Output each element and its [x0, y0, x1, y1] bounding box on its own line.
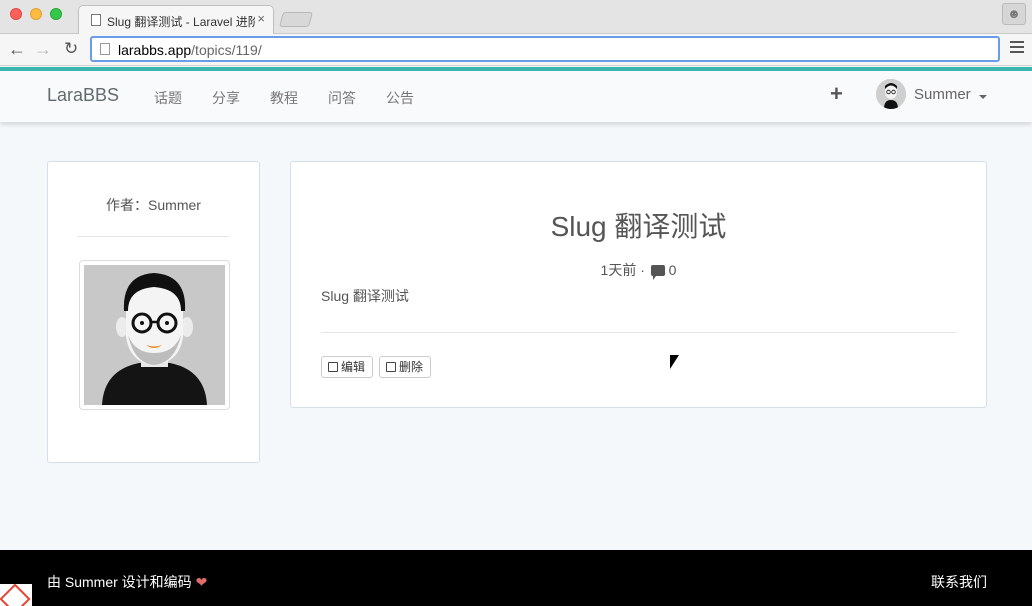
nav-item-qa[interactable]: 问答	[328, 88, 356, 108]
address-bar[interactable]: larabbs.app/topics/119/	[90, 36, 1000, 62]
author-card: 作者：Summer	[47, 161, 260, 463]
topic-title: Slug 翻译测试	[550, 211, 727, 242]
topic-body: Slug 翻译测试	[321, 288, 409, 304]
nav-item-announcement[interactable]: 公告	[386, 88, 414, 108]
topic-time: 1天前	[600, 262, 637, 278]
site-footer: 由 Summer 设计和编码 ❤ 联系我们	[0, 550, 1032, 606]
heart-icon: ❤	[195, 574, 208, 590]
chevron-down-icon[interactable]	[979, 95, 987, 99]
meta-separator: ·	[636, 262, 649, 278]
url-text[interactable]: larabbs.app/topics/119/	[118, 42, 262, 58]
topic-meta: 1天前 · 0	[291, 260, 986, 280]
divider	[321, 332, 956, 333]
footer-credit-text: 由 Summer 设计和编码	[47, 574, 196, 590]
author-label: 作者：Summer	[106, 197, 201, 213]
mouse-cursor-icon	[670, 355, 679, 369]
footer-credit: 由 Summer 设计和编码 ❤	[47, 572, 207, 592]
back-arrow-icon[interactable]: ←	[8, 39, 26, 59]
page-icon	[100, 43, 110, 55]
delete-label: 删除	[399, 360, 424, 374]
document-icon	[91, 14, 101, 26]
edit-icon	[328, 362, 338, 372]
tab-close-icon[interactable]: ×	[257, 11, 265, 26]
reload-icon[interactable]: ↻	[64, 39, 78, 59]
avatar[interactable]	[876, 79, 906, 109]
close-window-button[interactable]	[10, 8, 22, 20]
browser-toolbar: ← → ↻ larabbs.app/topics/119/	[0, 34, 1032, 66]
comment-icon	[650, 265, 665, 280]
contact-link[interactable]: 联系我们	[931, 572, 987, 592]
nav-item-share[interactable]: 分享	[212, 88, 240, 108]
brand-logo[interactable]: LaraBBS	[47, 85, 119, 106]
trash-icon	[386, 362, 396, 372]
author-avatar[interactable]	[79, 260, 230, 410]
profile-icon[interactable]: ☻	[1002, 3, 1026, 25]
delete-button[interactable]: 删除	[379, 356, 431, 378]
new-tab-button[interactable]	[278, 12, 314, 27]
url-path: /topics/119/	[191, 42, 262, 58]
nav-item-tutorial[interactable]: 教程	[270, 88, 298, 108]
topic-card: Slug 翻译测试 1天前 · 0 Slug 翻译测试 编辑 删除	[290, 161, 987, 408]
tab-title: Slug 翻译测试 - Laravel 进阶	[107, 15, 255, 29]
reply-count: 0	[668, 262, 677, 278]
browser-tab[interactable]: Slug 翻译测试 - Laravel 进阶 ×	[78, 5, 274, 34]
url-host: larabbs.app	[118, 42, 192, 58]
laravel-logo-icon	[0, 584, 32, 606]
nav-item-topics[interactable]: 话题	[154, 88, 182, 108]
user-menu[interactable]: Summer	[914, 86, 971, 103]
edit-button[interactable]: 编辑	[321, 356, 373, 378]
browser-tabbar: Slug 翻译测试 - Laravel 进阶 × ☻	[0, 0, 1032, 34]
plus-icon[interactable]: +	[830, 81, 843, 107]
maximize-window-button[interactable]	[50, 8, 62, 20]
minimize-window-button[interactable]	[30, 8, 42, 20]
site-navbar: LaraBBS 话题 分享 教程 问答 公告 + Summer	[0, 67, 1032, 122]
forward-arrow-icon[interactable]: →	[34, 39, 52, 59]
edit-label: 编辑	[341, 360, 366, 374]
divider	[78, 236, 229, 237]
hamburger-menu-icon[interactable]	[1010, 41, 1024, 53]
